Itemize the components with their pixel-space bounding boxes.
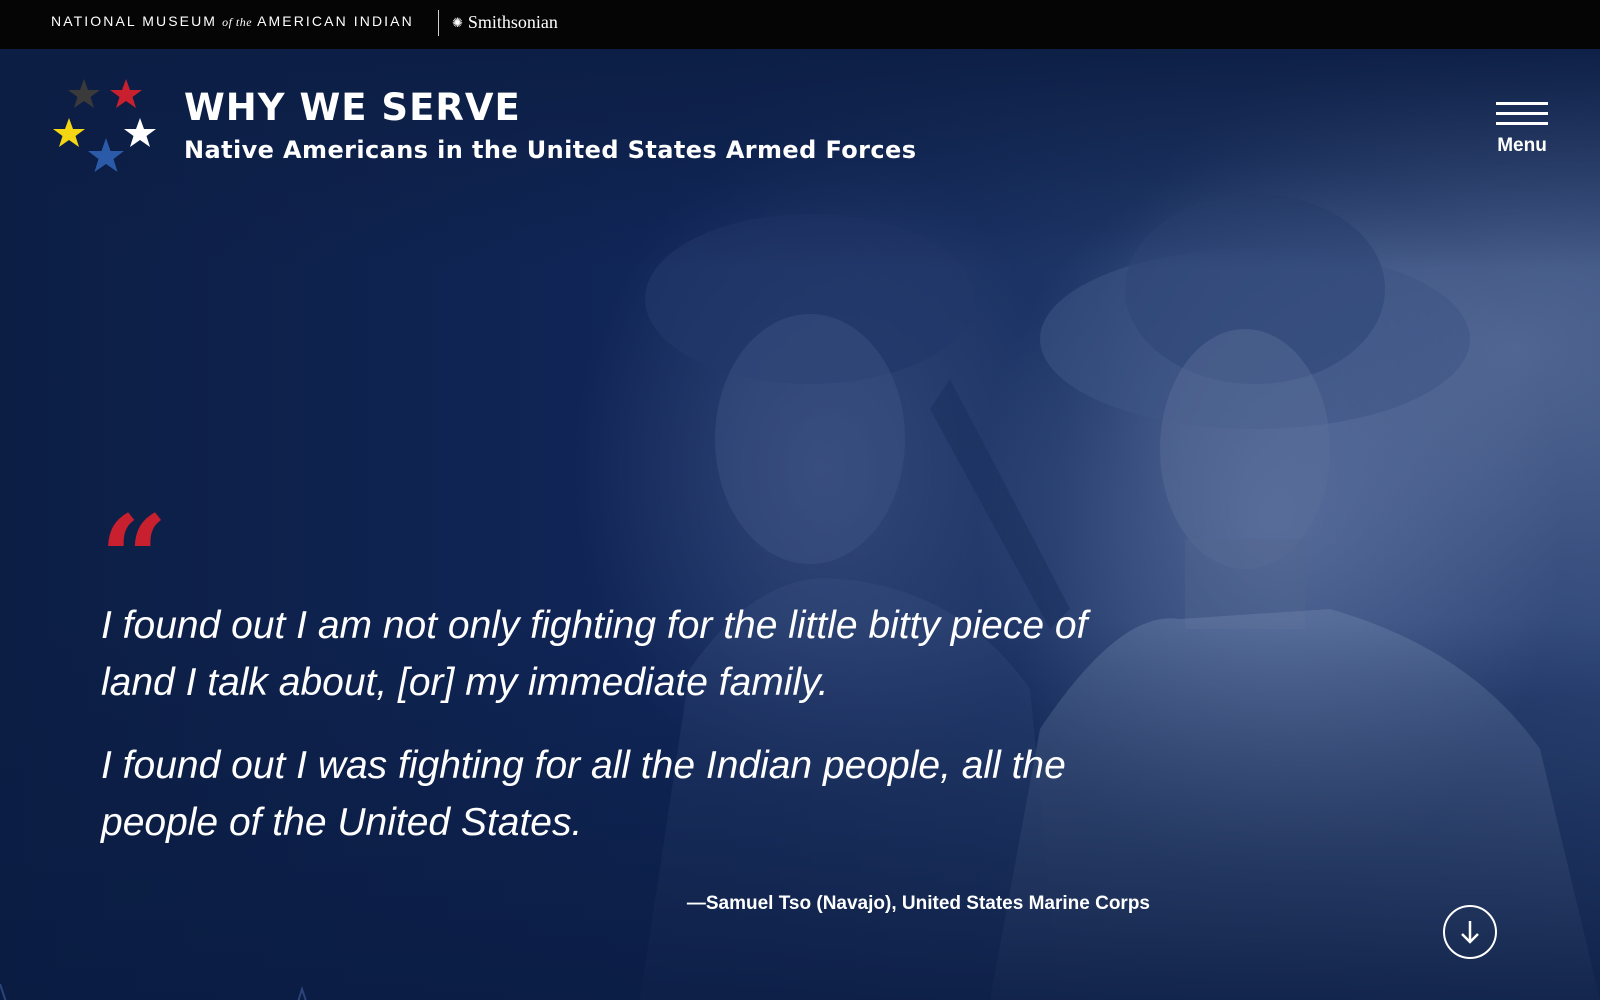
logo-star-blue — [88, 138, 124, 172]
background-stars-decoration — [0, 983, 307, 1000]
logo-star-yellow — [53, 118, 85, 147]
quote-paragraph-1: I found out I am not only fighting for t… — [101, 604, 1088, 704]
site-title[interactable]: WHY WE SERVE — [184, 86, 521, 129]
nmai-logo-text-of-the: of the — [222, 15, 253, 29]
logo-star-gray — [68, 79, 100, 108]
hero-section — [0, 49, 1600, 1000]
menu-button[interactable]: Menu — [1490, 100, 1554, 160]
quote-attribution: —Samuel Tso (Navajo), United States Mari… — [686, 893, 1150, 914]
smithsonian-label: Smithsonian — [467, 12, 558, 32]
logo-star-red — [110, 79, 142, 108]
nmai-logo[interactable]: NATIONAL MUSEUM of the AMERICAN INDIAN — [51, 13, 414, 30]
nmai-logo-text-right: AMERICAN INDIAN — [257, 13, 414, 29]
nmai-logo-text-left: NATIONAL MUSEUM — [51, 13, 218, 29]
why-we-serve-stars-logo[interactable] — [52, 76, 156, 180]
quote-paragraph-2: I found out I was fighting for all the I… — [101, 744, 1066, 844]
menu-label: Menu — [1497, 135, 1547, 156]
site-subtitle: Native Americans in the United States Ar… — [184, 136, 917, 164]
top-bar: NATIONAL MUSEUM of the AMERICAN INDIAN ✺… — [0, 0, 1600, 49]
quote-mark-icon: “ — [100, 500, 168, 556]
logo-star-white — [124, 118, 156, 147]
scroll-down-button[interactable] — [1443, 905, 1497, 959]
smithsonian-logo[interactable]: ✺ Smithsonian — [452, 12, 558, 33]
logo-divider — [438, 10, 439, 36]
hamburger-icon — [1496, 102, 1548, 126]
sun-burst-icon: ✺ — [452, 15, 463, 30]
arrow-down-icon — [1461, 921, 1479, 944]
